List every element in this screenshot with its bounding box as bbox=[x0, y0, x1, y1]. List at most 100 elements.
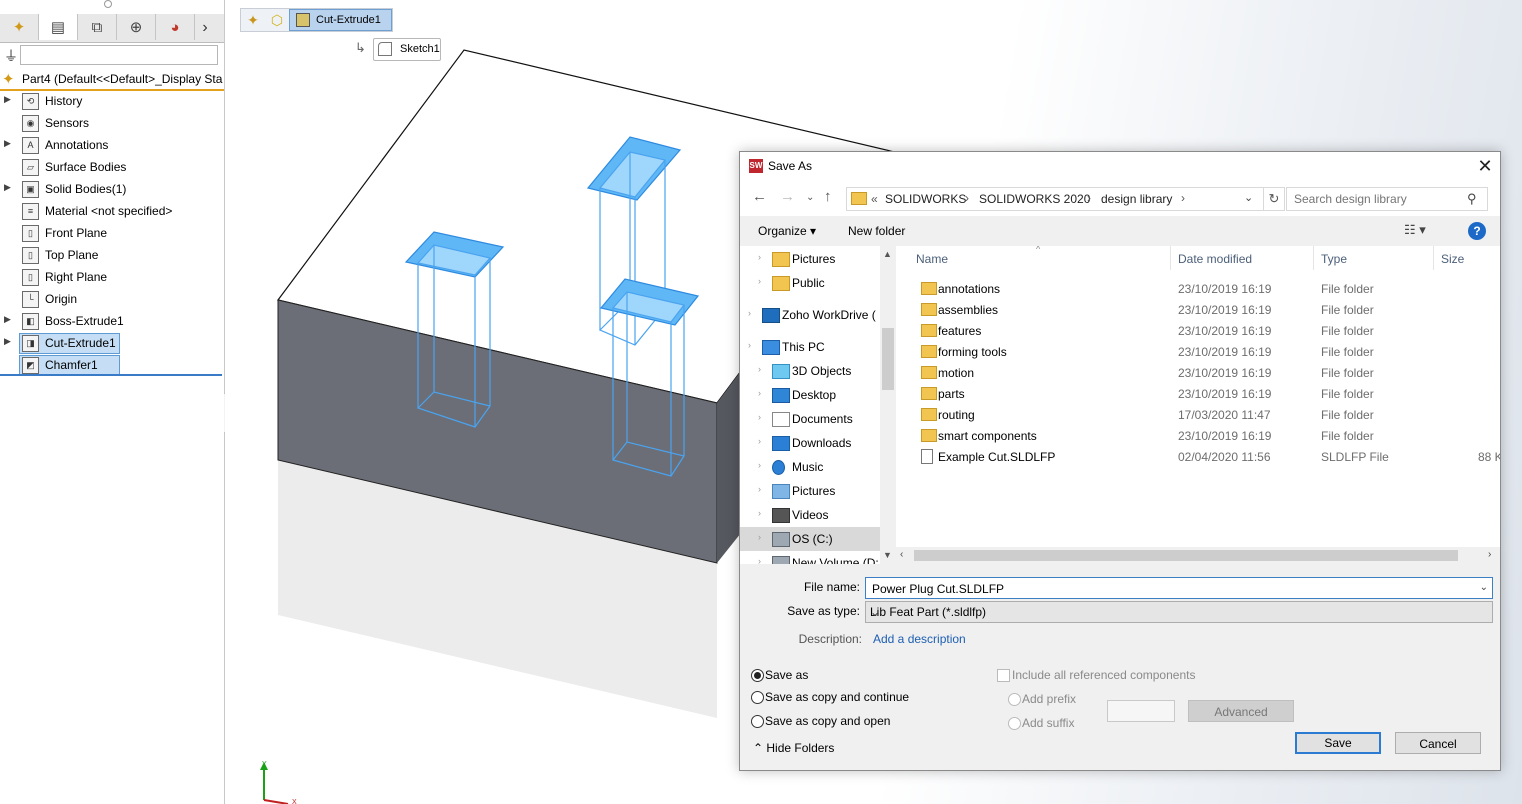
recent-locations-chevron-icon[interactable]: ⌄ bbox=[806, 192, 814, 203]
save-as-radio[interactable] bbox=[751, 669, 764, 682]
tree-item[interactable]: └ Origin bbox=[0, 289, 224, 309]
expand-chevron-icon[interactable]: › bbox=[758, 412, 761, 422]
address-separator-icon[interactable]: › bbox=[1087, 191, 1091, 205]
file-row[interactable]: smart components 23/10/2019 16:19 File fol… bbox=[896, 425, 1496, 446]
expand-chevron-icon[interactable]: › bbox=[748, 308, 751, 318]
tree-item[interactable]: ▶ A Annotations bbox=[0, 135, 224, 155]
close-icon[interactable]: ✕ bbox=[1474, 155, 1496, 177]
tree-item[interactable]: ◩ Chamfer1 bbox=[0, 355, 224, 376]
expand-chevron-icon[interactable]: › bbox=[758, 388, 761, 398]
expand-chevron-icon[interactable]: › bbox=[758, 252, 761, 262]
new-folder-button[interactable]: New folder bbox=[848, 224, 905, 238]
tree-item[interactable]: ≡ Material <not specified> bbox=[0, 201, 224, 221]
nav-item[interactable]: › Pictures bbox=[740, 479, 880, 503]
add-description-link[interactable]: Add a description bbox=[873, 632, 966, 646]
tree-item[interactable]: ▶ ◨ Cut-Extrude1 bbox=[0, 333, 224, 354]
tree-item[interactable]: ▯ Front Plane bbox=[0, 223, 224, 243]
tree-item[interactable]: ▶ ◧ Boss-Extrude1 bbox=[0, 311, 224, 331]
prefix-suffix-input[interactable] bbox=[1107, 700, 1175, 722]
nav-item[interactable]: › Music bbox=[740, 455, 880, 479]
nav-item[interactable]: › This PC bbox=[740, 335, 880, 359]
address-bar[interactable]: « SOLIDWORKS › SOLIDWORKS 2020 › design … bbox=[846, 187, 1264, 211]
column-header-type[interactable]: Type bbox=[1321, 252, 1347, 266]
column-divider[interactable] bbox=[1433, 246, 1434, 270]
nav-item[interactable]: › Documents bbox=[740, 407, 880, 431]
search-input[interactable] bbox=[1288, 189, 1468, 209]
expand-arrow-icon[interactable]: ▶ bbox=[4, 182, 11, 193]
sketch-breadcrumb[interactable]: Sketch1 bbox=[373, 38, 441, 61]
navigation-scrollbar[interactable]: ▲ ▼ bbox=[880, 246, 896, 564]
expand-chevron-icon[interactable]: › bbox=[748, 340, 751, 350]
nav-item[interactable]: › Videos bbox=[740, 503, 880, 527]
tree-item[interactable]: ▯ Right Plane bbox=[0, 267, 224, 287]
tree-filter-input[interactable] bbox=[20, 45, 218, 65]
file-row[interactable]: features 23/10/2019 16:19 File folder bbox=[896, 320, 1496, 341]
panel-grip[interactable] bbox=[104, 0, 112, 8]
rollback-bar[interactable] bbox=[0, 374, 222, 376]
dimxpert-manager-tab[interactable]: ⊕ bbox=[117, 14, 156, 40]
nav-item[interactable]: › New Volume (D: bbox=[740, 551, 880, 564]
file-row[interactable]: routing 17/03/2020 11:47 File folder bbox=[896, 404, 1496, 425]
configuration-manager-tab[interactable]: ⧉ bbox=[78, 14, 117, 40]
display-manager-tab[interactable]: ◕ bbox=[156, 14, 195, 40]
tree-item[interactable]: ▱ Surface Bodies bbox=[0, 157, 224, 177]
part-breadcrumb-icon[interactable]: ✦ bbox=[241, 9, 265, 31]
scroll-thumb[interactable] bbox=[882, 328, 894, 390]
address-separator-icon[interactable]: › bbox=[965, 191, 969, 205]
scroll-up-icon[interactable]: ▲ bbox=[883, 249, 892, 259]
address-dropdown-icon[interactable]: ⌄ bbox=[1244, 191, 1253, 204]
nav-item[interactable]: › Downloads bbox=[740, 431, 880, 455]
expand-arrow-icon[interactable]: ▶ bbox=[4, 336, 11, 347]
column-divider[interactable] bbox=[1313, 246, 1314, 270]
horizontal-scrollbar[interactable]: ‹ › bbox=[896, 547, 1500, 564]
search-icon[interactable]: ⚲ bbox=[1467, 191, 1477, 207]
address-crumb-solidworks[interactable]: SOLIDWORKS bbox=[885, 192, 966, 206]
save-as-option-label[interactable]: Save as bbox=[765, 668, 808, 682]
expand-arrow-icon[interactable]: ▶ bbox=[4, 314, 11, 325]
add-suffix-radio[interactable] bbox=[1008, 717, 1021, 730]
save-copy-continue-radio[interactable] bbox=[751, 691, 764, 704]
expand-arrow-icon[interactable]: ▶ bbox=[4, 94, 11, 105]
search-box[interactable]: ⚲ bbox=[1286, 187, 1488, 211]
expand-arrow-icon[interactable]: ▶ bbox=[4, 138, 11, 149]
scroll-down-icon[interactable]: ▼ bbox=[883, 550, 892, 560]
property-manager-tab[interactable]: ▤ bbox=[39, 14, 78, 40]
save-copy-open-radio[interactable] bbox=[751, 715, 764, 728]
nav-item[interactable]: › OS (C:) bbox=[740, 527, 880, 551]
file-name-field[interactable]: ⌄ bbox=[865, 577, 1493, 599]
nav-item[interactable]: › Pictures bbox=[740, 247, 880, 271]
dialog-titlebar[interactable]: SW Save As ✕ bbox=[740, 152, 1500, 180]
file-row[interactable]: motion 23/10/2019 16:19 File folder bbox=[896, 362, 1496, 383]
forward-arrow-icon[interactable]: → bbox=[780, 188, 795, 205]
refresh-icon[interactable]: ↻ bbox=[1264, 187, 1285, 211]
expand-chevron-icon[interactable]: › bbox=[758, 460, 761, 470]
back-arrow-icon[interactable]: ← bbox=[752, 188, 767, 205]
part-root-item[interactable]: ✦ Part4 (Default<<Default>_Display Sta bbox=[0, 69, 224, 91]
column-header-date[interactable]: Date modified bbox=[1178, 252, 1252, 266]
nav-item[interactable]: › Desktop bbox=[740, 383, 880, 407]
file-row[interactable]: forming tools 23/10/2019 16:19 File folder bbox=[896, 341, 1496, 362]
expand-chevron-icon[interactable]: › bbox=[758, 436, 761, 446]
scroll-left-icon[interactable]: ‹ bbox=[900, 549, 903, 560]
save-as-type-select[interactable]: Lib Feat Part (*.sldlfp) ⌄ bbox=[865, 601, 1493, 623]
expand-chevron-icon[interactable]: › bbox=[758, 508, 761, 518]
column-header-size[interactable]: Size bbox=[1441, 252, 1464, 266]
column-header-name[interactable]: Name bbox=[916, 252, 948, 266]
tree-item[interactable]: ▯ Top Plane bbox=[0, 245, 224, 265]
file-row[interactable]: annotations 23/10/2019 16:19 File folder bbox=[896, 278, 1496, 299]
tree-item[interactable]: ▶ ⟲ History bbox=[0, 91, 224, 111]
view-options-icon[interactable]: ☷ ▾ bbox=[1404, 222, 1426, 238]
organize-button[interactable]: Organize ▾ bbox=[758, 224, 816, 238]
nav-item[interactable]: › 3D Objects bbox=[740, 359, 880, 383]
chevron-down-icon[interactable]: ⌄ bbox=[1480, 582, 1488, 593]
nav-item[interactable]: › Public bbox=[740, 271, 880, 295]
file-row[interactable]: Example Cut.SLDLFP 02/04/2020 11:56 SLDLFP… bbox=[896, 446, 1500, 467]
address-overflow[interactable]: « bbox=[871, 192, 878, 206]
chevron-down-icon[interactable]: ⌄ bbox=[870, 605, 1488, 619]
expand-chevron-icon[interactable]: › bbox=[758, 556, 761, 564]
help-icon[interactable]: ? bbox=[1468, 222, 1486, 240]
body-breadcrumb-icon[interactable]: ⬡ bbox=[265, 9, 289, 31]
breadcrumb-cut-extrude[interactable]: Cut-Extrude1 bbox=[289, 9, 392, 31]
tab-scroll-right-icon[interactable]: › bbox=[195, 14, 215, 42]
hide-folders-toggle[interactable]: ⌃ Hide Folders bbox=[753, 741, 834, 755]
